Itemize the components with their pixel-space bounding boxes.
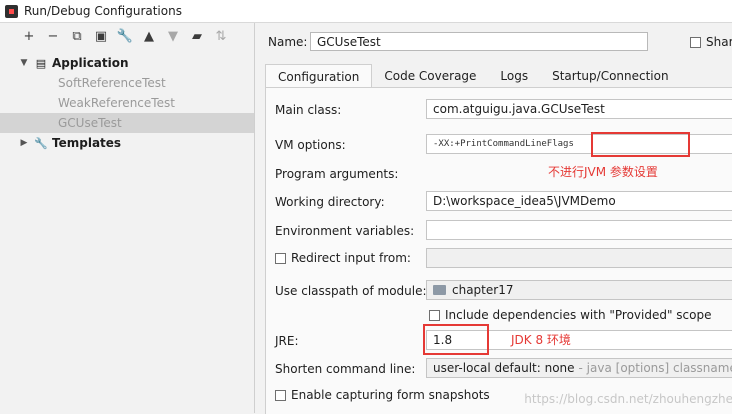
tree-node-label: Application	[52, 56, 129, 70]
tab-code-coverage[interactable]: Code Coverage	[372, 64, 488, 88]
main-class-field[interactable]: com.atguigu.java.GCUseTest	[426, 99, 732, 119]
program-arguments-label: Program arguments:	[275, 167, 399, 181]
name-label: Name:	[268, 34, 308, 49]
wrench-icon[interactable]: 🔧	[114, 26, 136, 46]
shorten-command-line-value: user-local default: none	[433, 361, 575, 375]
main-class-label: Main class:	[275, 103, 342, 117]
tree-item-label: SoftReferenceTest	[58, 76, 166, 90]
checkbox-box[interactable]	[275, 252, 286, 264]
vm-options-annotation: 不进行JVM 参数设置	[548, 165, 658, 179]
editor-tabs: Configuration Code Coverage Logs Startup…	[265, 64, 732, 89]
folder-icon[interactable]: ▰	[186, 26, 208, 46]
tree-item-label: GCUseTest	[58, 116, 122, 130]
move-up-icon[interactable]: ▲	[138, 26, 160, 46]
tree-node-templates[interactable]: ▶ 🔧 Templates	[0, 133, 254, 153]
name-input[interactable]: GCUseTest	[310, 32, 648, 51]
vm-options-value: -XX:+PrintCommandLineFlags	[433, 139, 574, 149]
configuration-panel: Main class: com.atguigu.java.GCUseTest V…	[265, 87, 732, 414]
chevron-right-icon[interactable]: ▶	[18, 138, 30, 148]
capture-snapshots-label: Enable capturing form snapshots	[291, 388, 490, 402]
shorten-command-line-select[interactable]: user-local default: none - java [options…	[426, 358, 732, 378]
configuration-editor: Name: GCUseTest Shar Configuration Code …	[255, 23, 732, 414]
redirect-input-label: Redirect input from:	[291, 251, 411, 265]
capture-snapshots-checkbox[interactable]: Enable capturing form snapshots	[275, 388, 490, 402]
share-label: Shar	[706, 35, 732, 49]
intellij-app-icon	[5, 4, 18, 18]
classpath-module-value: chapter17	[452, 283, 514, 297]
sidebar-toolbar: + − ⧉ ▣ 🔧 ▲ ▼ ▰ ⇅	[0, 23, 254, 49]
jre-annotation: JDK 8 环境	[511, 333, 571, 347]
tree-item-softreferencetest[interactable]: SoftReferenceTest	[0, 73, 254, 93]
working-directory-label: Working directory:	[275, 195, 385, 209]
checkbox-box[interactable]	[690, 36, 701, 48]
copy-icon[interactable]: ⧉	[66, 26, 88, 46]
tree-item-gcusetest[interactable]: GCUseTest	[0, 113, 254, 133]
working-directory-value: D:\workspace_idea5\JVMDemo	[433, 194, 616, 208]
main-class-value: com.atguigu.java.GCUseTest	[433, 102, 605, 116]
tree-item-label: WeakReferenceTest	[58, 96, 175, 110]
classpath-module-label: Use classpath of module:	[275, 284, 427, 298]
save-icon[interactable]: ▣	[90, 26, 112, 46]
classpath-module-select[interactable]: chapter17	[426, 280, 732, 300]
wrench-icon: 🔧	[34, 136, 48, 150]
application-icon: ▤	[35, 56, 47, 70]
configuration-tree: ▼ ▤ Application SoftReferenceTest WeakRe…	[0, 53, 254, 153]
vm-options-label: VM options:	[275, 138, 346, 152]
jre-label: JRE:	[275, 334, 299, 348]
redirect-input-checkbox[interactable]: Redirect input from:	[275, 251, 411, 265]
tab-startup-connection[interactable]: Startup/Connection	[540, 64, 680, 88]
name-row: Name: GCUseTest	[268, 32, 648, 51]
window-title: Run/Debug Configurations	[24, 4, 182, 18]
environment-variables-label: Environment variables:	[275, 224, 415, 238]
checkbox-box[interactable]	[275, 389, 286, 401]
include-dependencies-label: Include dependencies with "Provided" sco…	[445, 308, 712, 322]
environment-variables-field[interactable]	[426, 220, 732, 240]
redirect-input-field	[426, 248, 732, 268]
configurations-sidebar: + − ⧉ ▣ 🔧 ▲ ▼ ▰ ⇅ ▼ ▤ Application SoftRe…	[0, 23, 255, 413]
watermark: https://blog.csdn.net/zhouhengzhe	[524, 392, 732, 406]
module-folder-icon	[433, 285, 446, 295]
highlight-box-jre	[423, 324, 489, 355]
tree-node-label: Templates	[52, 136, 122, 150]
tab-configuration[interactable]: Configuration	[265, 64, 373, 89]
shorten-command-line-hint: - java [options] classname [ar	[578, 361, 732, 375]
share-checkbox[interactable]: Shar	[690, 35, 732, 49]
tree-item-weakreferencetest[interactable]: WeakReferenceTest	[0, 93, 254, 113]
tab-logs[interactable]: Logs	[488, 64, 540, 88]
tree-node-application[interactable]: ▼ ▤ Application	[0, 53, 254, 73]
add-icon[interactable]: +	[18, 26, 40, 46]
sort-icon[interactable]: ⇅	[210, 26, 232, 46]
working-directory-field[interactable]: D:\workspace_idea5\JVMDemo	[426, 191, 732, 211]
move-down-icon[interactable]: ▼	[162, 26, 184, 46]
checkbox-box[interactable]	[429, 309, 440, 321]
chevron-down-icon[interactable]: ▼	[18, 58, 30, 68]
shorten-command-line-label: Shorten command line:	[275, 362, 416, 376]
include-dependencies-checkbox[interactable]: Include dependencies with "Provided" sco…	[429, 308, 712, 322]
title-bar: Run/Debug Configurations	[0, 0, 732, 23]
highlight-box-vm-options	[591, 132, 690, 157]
remove-icon[interactable]: −	[42, 26, 64, 46]
